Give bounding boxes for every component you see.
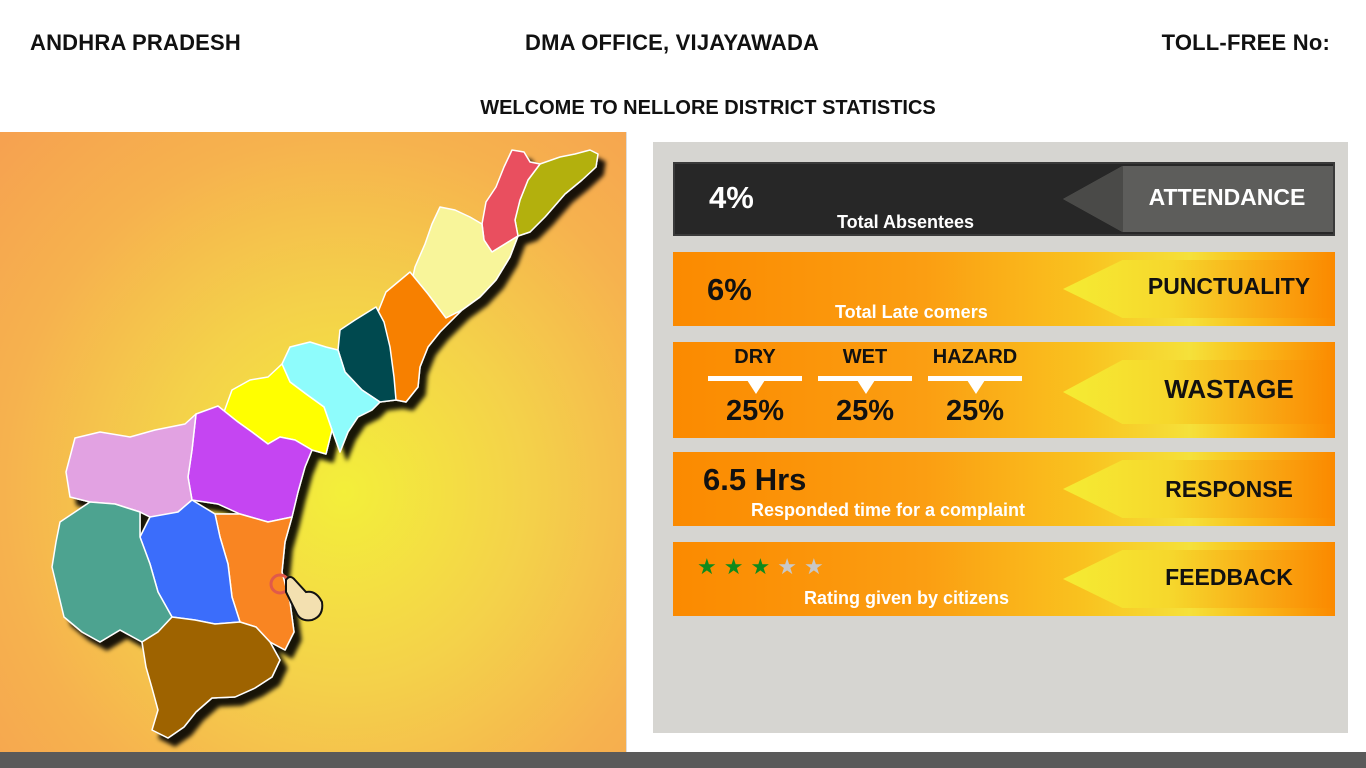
wastage-dry-value: 25%: [725, 395, 785, 427]
wastage-dry-pointer: [708, 376, 802, 394]
attendance-label: ATTENDANCE: [1148, 184, 1306, 210]
star-filled-icon: ★: [697, 554, 724, 579]
wastage-hazard-pointer: [928, 376, 1022, 394]
attendance-row[interactable]: 4% Total Absentees ATTENDANCE: [673, 162, 1335, 236]
wastage-row[interactable]: DRY 25% WET 25% HAZARD 25% WASTAGE: [673, 342, 1335, 438]
wastage-hazard-value: 25%: [945, 395, 1005, 427]
wastage-wet-value: 25%: [835, 395, 895, 427]
wastage-hazard: HAZARD 25%: [928, 346, 1022, 428]
star-empty-icon: ★: [803, 554, 831, 579]
feedback-label: FEEDBACK: [1165, 564, 1293, 590]
district-map-panel: [0, 132, 627, 752]
state-title: ANDHRA PRADESH: [30, 30, 241, 55]
wastage-wet: WET 25%: [818, 346, 912, 428]
feedback-row[interactable]: ★★★★★ Rating given by citizens FEEDBACK: [673, 542, 1335, 616]
attendance-caption: Total Absentees: [837, 212, 975, 232]
response-value: 6.5 Hrs: [703, 462, 807, 497]
wastage-dry-label: DRY: [734, 346, 776, 368]
punctuality-row[interactable]: 6% Total Late comers PUNCTUALITY: [673, 252, 1335, 326]
punctuality-label: PUNCTUALITY: [1147, 273, 1311, 299]
star-filled-icon: ★: [750, 554, 778, 579]
wastage-wet-pointer: [818, 376, 912, 394]
page-title: WELCOME TO NELLORE DISTRICT STATISTICS: [480, 97, 936, 119]
wastage-wet-label: WET: [842, 346, 888, 368]
feedback-rating-stars: ★★★★★: [697, 554, 831, 580]
office-title: DMA OFFICE, VIJAYAWADA: [525, 30, 820, 55]
star-filled-icon: ★: [723, 554, 751, 579]
star-empty-icon: ★: [777, 554, 804, 579]
wastage-label: WASTAGE: [1164, 374, 1294, 404]
response-caption: Responded time for a complaint: [751, 500, 1026, 520]
stats-panel: 4% Total Absentees ATTENDANCE 6% Total L…: [653, 142, 1348, 733]
footer-bar: [0, 752, 1366, 768]
attendance-value: 4%: [709, 180, 754, 215]
punctuality-value: 6%: [707, 272, 752, 307]
tollfree-label: TOLL-FREE No:: [1161, 30, 1330, 55]
response-label: RESPONSE: [1165, 476, 1293, 502]
andhra-pradesh-map: [51, 149, 599, 739]
wastage-hazard-label: HAZARD: [932, 346, 1018, 368]
wastage-dry: DRY 25%: [708, 346, 802, 428]
response-row[interactable]: 6.5 Hrs Responded time for a complaint R…: [673, 452, 1335, 526]
punctuality-caption: Total Late comers: [835, 302, 988, 322]
feedback-caption: Rating given by citizens: [804, 588, 1010, 608]
district-chittoor[interactable]: [141, 616, 281, 739]
